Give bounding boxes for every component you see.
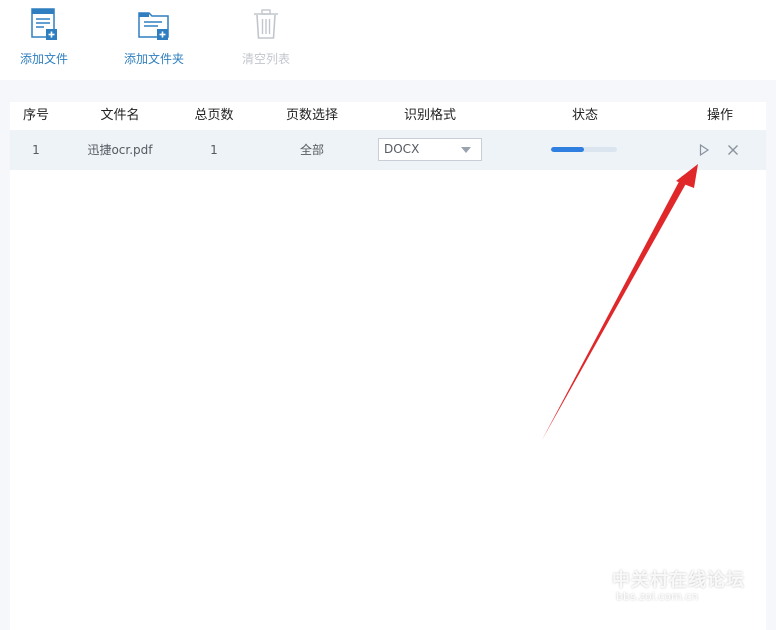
row-total-pages: 1 bbox=[210, 143, 218, 157]
column-header-format: 识别格式 bbox=[403, 108, 456, 123]
column-header-filename: 文件名 bbox=[100, 108, 140, 123]
column-header-index: 序号 bbox=[22, 108, 49, 123]
add-folder-button[interactable]: 添加文件夹 bbox=[118, 6, 190, 74]
add-file-icon bbox=[31, 8, 57, 40]
status-progress-bar bbox=[551, 147, 617, 152]
add-folder-icon bbox=[138, 12, 169, 40]
clear-list-label: 清空列表 bbox=[241, 52, 290, 66]
watermark-title: 中关村在线论坛 bbox=[612, 570, 745, 591]
watermark-url: bbs.zol.com.cn bbox=[616, 590, 699, 603]
progress-fill bbox=[551, 147, 584, 152]
close-icon[interactable] bbox=[726, 143, 740, 157]
add-file-label: 添加文件 bbox=[19, 52, 68, 66]
table-header: 序号 文件名 总页数 页数选择 识别格式 状态 操作 bbox=[10, 102, 766, 130]
app-window: 添加文件 添加文件夹 清空列表 序号 文件名 总页数 页数选择 识别格式 状态 … bbox=[0, 0, 776, 630]
add-file-button[interactable]: 添加文件 bbox=[14, 6, 74, 74]
chevron-down-icon bbox=[461, 147, 471, 153]
watermark: 中关村在线论坛 bbs.zol.com.cn bbox=[566, 562, 766, 610]
file-list-panel: 序号 文件名 总页数 页数选择 识别格式 状态 操作 1 迅捷ocr.pdf 1… bbox=[10, 102, 766, 630]
format-select-value: DOCX bbox=[384, 142, 420, 156]
toolbar: 添加文件 添加文件夹 清空列表 bbox=[0, 0, 776, 80]
column-header-page-selection: 页数选择 bbox=[285, 108, 338, 123]
row-page-selection[interactable]: 全部 bbox=[268, 130, 356, 170]
zol-logo-icon bbox=[570, 568, 606, 604]
row-filename: 迅捷ocr.pdf bbox=[87, 143, 153, 157]
trash-icon bbox=[254, 9, 278, 39]
table-row[interactable]: 1 迅捷ocr.pdf 1 全部 DOCX bbox=[10, 130, 766, 170]
add-folder-label: 添加文件夹 bbox=[123, 52, 184, 66]
play-icon[interactable] bbox=[697, 143, 711, 157]
column-header-status: 状态 bbox=[571, 108, 598, 123]
column-header-total-pages: 总页数 bbox=[194, 108, 234, 123]
clear-list-button[interactable]: 清空列表 bbox=[236, 6, 296, 74]
row-index: 1 bbox=[32, 143, 40, 157]
format-select[interactable]: DOCX bbox=[378, 138, 482, 161]
column-header-actions: 操作 bbox=[706, 108, 733, 123]
